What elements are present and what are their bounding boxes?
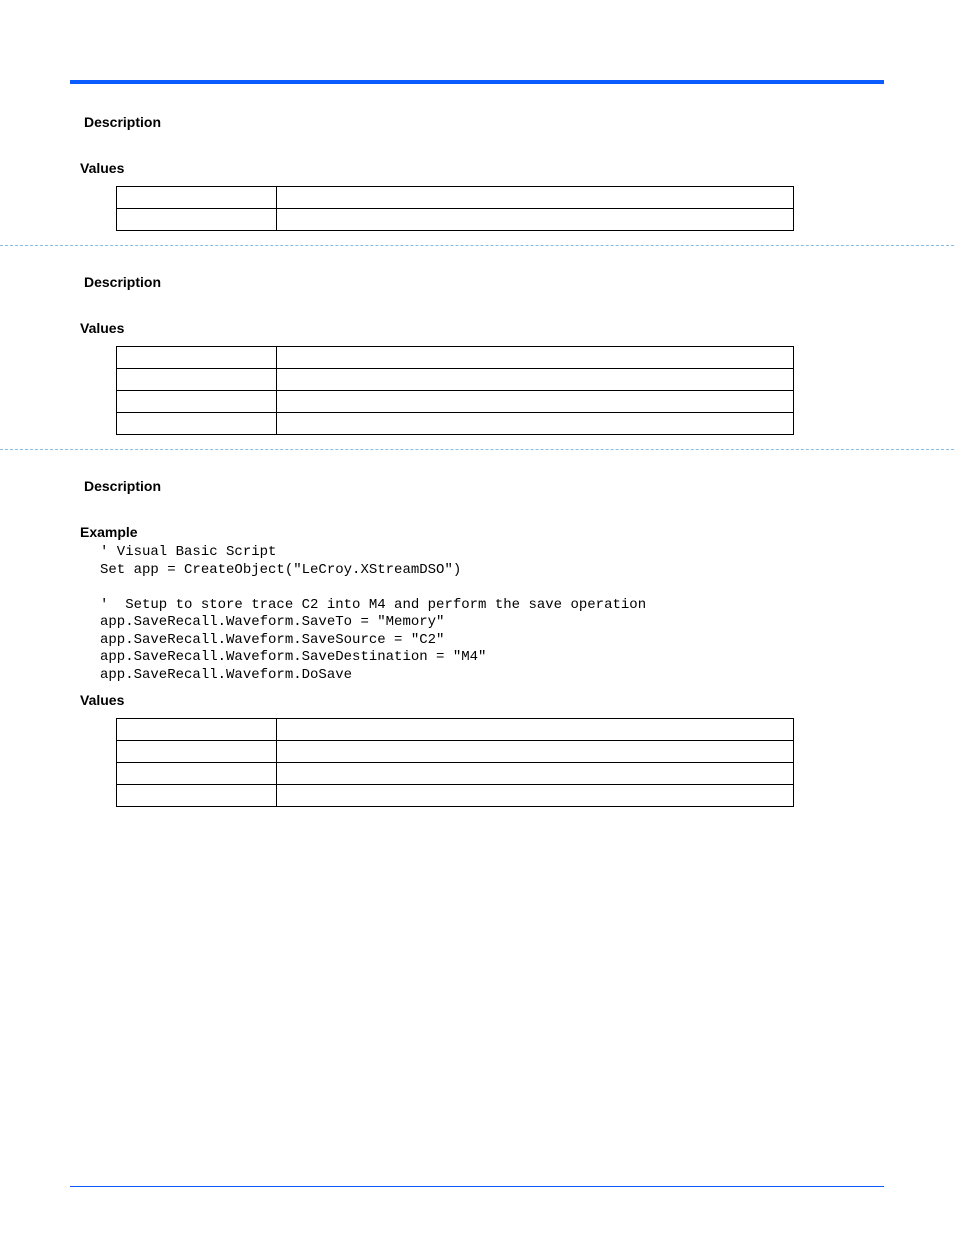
table-row bbox=[117, 209, 794, 231]
value-name-cell bbox=[117, 209, 277, 231]
section-1-values-table bbox=[116, 346, 794, 435]
section-1-description-heading: Description bbox=[84, 274, 884, 290]
value-desc-cell bbox=[277, 741, 794, 763]
value-desc-cell bbox=[277, 413, 794, 435]
value-desc-cell bbox=[277, 785, 794, 807]
section-0-description-heading: Description bbox=[84, 114, 884, 130]
table-row bbox=[117, 741, 794, 763]
value-name-cell bbox=[117, 413, 277, 435]
value-desc-cell bbox=[277, 369, 794, 391]
example-code-block: ' Visual Basic Script Set app = CreateOb… bbox=[100, 544, 884, 684]
table-row bbox=[117, 187, 794, 209]
table-row bbox=[117, 719, 794, 741]
value-name-cell bbox=[117, 741, 277, 763]
value-desc-cell bbox=[277, 347, 794, 369]
section-0-values-table bbox=[116, 186, 794, 231]
table-row bbox=[117, 391, 794, 413]
value-name-cell bbox=[117, 763, 277, 785]
value-name-cell bbox=[117, 719, 277, 741]
value-desc-cell bbox=[277, 719, 794, 741]
value-desc-cell bbox=[277, 187, 794, 209]
section-2-values-table bbox=[116, 718, 794, 807]
page-body: Description Values Description Values bbox=[0, 0, 954, 847]
section-separator bbox=[0, 245, 954, 246]
value-name-cell bbox=[117, 785, 277, 807]
value-name-cell bbox=[117, 347, 277, 369]
bottom-rule bbox=[70, 1186, 884, 1187]
table-row bbox=[117, 369, 794, 391]
section-1-values-heading: Values bbox=[80, 320, 884, 336]
table-row bbox=[117, 785, 794, 807]
section-2-values-heading: Values bbox=[80, 692, 884, 708]
value-desc-cell bbox=[277, 209, 794, 231]
top-rule bbox=[70, 80, 884, 84]
section-2-example-heading: Example bbox=[80, 524, 884, 540]
table-row bbox=[117, 763, 794, 785]
table-row bbox=[117, 413, 794, 435]
value-desc-cell bbox=[277, 763, 794, 785]
value-name-cell bbox=[117, 187, 277, 209]
section-0-values-heading: Values bbox=[80, 160, 884, 176]
section-separator bbox=[0, 449, 954, 450]
value-name-cell bbox=[117, 391, 277, 413]
section-2-description-heading: Description bbox=[84, 478, 884, 494]
table-row bbox=[117, 347, 794, 369]
value-desc-cell bbox=[277, 391, 794, 413]
value-name-cell bbox=[117, 369, 277, 391]
